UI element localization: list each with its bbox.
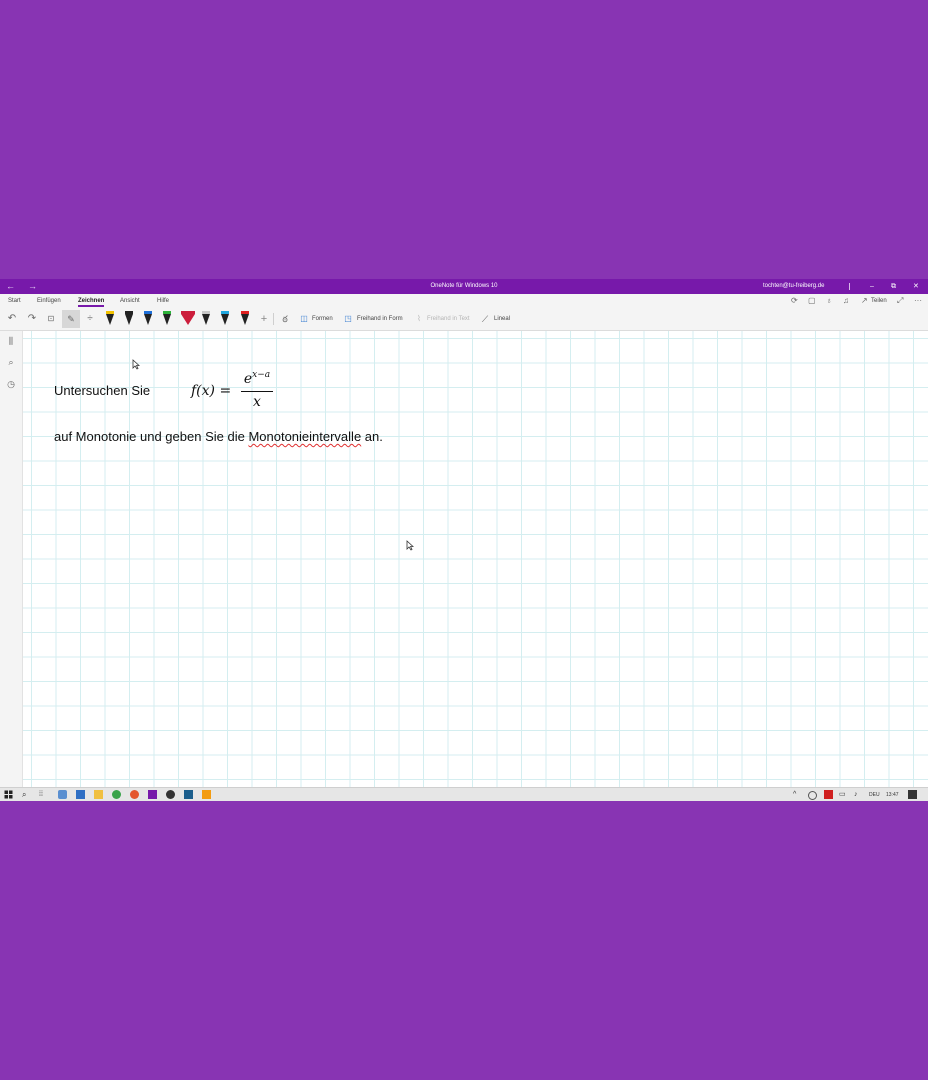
- tab-einfuegen[interactable]: Einfügen: [37, 294, 61, 308]
- shapes-button[interactable]: Formen: [312, 308, 333, 330]
- note-line-1[interactable]: Untersuchen Sie: [54, 383, 150, 398]
- taskbar-app-2-icon[interactable]: [76, 790, 85, 799]
- formula-numerator: ex−a: [241, 370, 273, 387]
- pen-3[interactable]: [144, 311, 152, 327]
- close-button[interactable]: ✕: [913, 279, 919, 294]
- taskbar: ⌕ ⁞⁞ ^ ▭ ♪ DEU 13:47: [0, 787, 928, 801]
- account-name[interactable]: tochten@tu-freiberg.de: [763, 279, 824, 294]
- formula-lhs: f(x) =: [191, 383, 232, 399]
- highlighter-pen[interactable]: [181, 311, 195, 327]
- pen-8[interactable]: [241, 311, 249, 327]
- notifications-icon[interactable]: [908, 790, 917, 799]
- volume-icon[interactable]: ♪: [854, 788, 858, 801]
- more-options-icon[interactable]: ···: [914, 294, 922, 308]
- taskbar-app-3-icon[interactable]: [184, 790, 193, 799]
- windows-start-icon[interactable]: [4, 790, 13, 799]
- bell-icon[interactable]: ♫: [843, 294, 849, 308]
- tray-expand-icon[interactable]: ^: [793, 788, 796, 801]
- ribbon-tabs: Start Einfügen Zeichnen Ansicht Hilfe ⟳ …: [0, 294, 928, 308]
- tray-red-app-icon[interactable]: [824, 790, 833, 799]
- formula-denominator: x: [253, 394, 261, 410]
- misspelled-word[interactable]: Monotonieintervalle: [248, 429, 361, 444]
- tab-ansicht[interactable]: Ansicht: [120, 294, 140, 308]
- taskbar-app-1-icon[interactable]: [58, 790, 67, 799]
- share-icon[interactable]: ↗: [861, 294, 868, 308]
- pen-1[interactable]: [106, 311, 114, 327]
- search-icon[interactable]: ⌕: [5, 356, 17, 368]
- replay-icon[interactable]: ఠ: [278, 308, 292, 330]
- mouse-pointer-icon-2: [406, 540, 414, 551]
- formula-numerator-base: e: [243, 371, 253, 387]
- note-line-2-text: auf Monotonie und geben Sie die: [54, 429, 249, 444]
- note-line-2-end: an.: [361, 429, 383, 444]
- notebooks-icon[interactable]: ⫼: [5, 335, 17, 347]
- pen-7[interactable]: [221, 311, 229, 327]
- lasso-select-icon[interactable]: ⊡: [44, 308, 58, 330]
- page-canvas[interactable]: Untersuchen Sie f(x) = ex−a x auf Monoto…: [23, 331, 928, 787]
- pen-4[interactable]: [163, 311, 171, 327]
- minimize-button[interactable]: –: [870, 279, 874, 294]
- fraction-bar: [241, 391, 273, 392]
- task-view-icon[interactable]: ⁞⁞: [39, 788, 43, 801]
- network-icon[interactable]: ▭: [839, 788, 846, 801]
- formula-exponent: x−a: [252, 370, 271, 380]
- insert-space-icon[interactable]: ÷: [83, 308, 97, 330]
- ruler-button[interactable]: Lineal: [494, 308, 510, 330]
- tray-app-icon[interactable]: [808, 791, 817, 800]
- undo-icon[interactable]: ↶: [5, 308, 19, 330]
- toolbar-separator: [273, 313, 274, 325]
- sync-icon[interactable]: ⟳: [791, 294, 798, 308]
- ink-to-text-button: Freihand in Text: [427, 316, 470, 322]
- onenote-window: ← → OneNote für Windows 10 tochten@tu-fr…: [0, 279, 928, 801]
- pen-6[interactable]: [202, 311, 210, 327]
- tab-start[interactable]: Start: [8, 294, 21, 308]
- notebook-icon[interactable]: ▢: [808, 294, 816, 308]
- recent-icon[interactable]: ◷: [5, 378, 17, 390]
- navigation-rail: ⫼ ⌕ ◷: [0, 331, 23, 787]
- clock[interactable]: 13:47: [886, 788, 899, 801]
- tab-hilfe[interactable]: Hilfe: [157, 294, 169, 308]
- taskbar-search-icon[interactable]: ⌕: [22, 788, 26, 801]
- onenote-taskbar-icon[interactable]: [148, 790, 157, 799]
- language-indicator[interactable]: DEU: [869, 788, 880, 801]
- draw-toolbar: ↶ ↷ ⊡ ✎ ÷ + ఠ ◫ Formen ◳ Freihand in For…: [0, 308, 928, 331]
- obs-icon[interactable]: [166, 790, 175, 799]
- lightbulb-icon[interactable]: ♁: [826, 294, 832, 308]
- ink-to-text-icon: ⌇: [417, 314, 421, 323]
- mouse-pointer-icon: [132, 359, 140, 370]
- add-pen-icon[interactable]: +: [257, 308, 271, 330]
- ink-to-shape-button[interactable]: Freihand in Form: [357, 308, 403, 330]
- eraser-icon[interactable]: ✎: [62, 310, 80, 328]
- ink-to-shape-icon[interactable]: ◳: [341, 308, 355, 330]
- title-separator: [849, 283, 850, 290]
- file-explorer-icon[interactable]: [94, 790, 103, 799]
- pen-2[interactable]: [125, 311, 133, 327]
- shapes-icon[interactable]: ◫: [297, 308, 311, 330]
- taskbar-app-4-icon[interactable]: [202, 790, 211, 799]
- firefox-icon[interactable]: [130, 790, 139, 799]
- chrome-icon[interactable]: [112, 790, 121, 799]
- ruler-icon[interactable]: ⟋: [478, 308, 492, 330]
- share-button[interactable]: Teilen: [871, 294, 887, 308]
- expand-icon[interactable]: ⤢: [897, 294, 903, 308]
- restore-button[interactable]: ⧉: [891, 279, 896, 294]
- redo-icon[interactable]: ↷: [25, 308, 39, 330]
- note-line-2[interactable]: auf Monotonie und geben Sie die Monotoni…: [54, 429, 383, 444]
- math-formula[interactable]: f(x) = ex−a x: [191, 369, 281, 413]
- tab-zeichnen[interactable]: Zeichnen: [78, 294, 105, 308]
- title-bar: ← → OneNote für Windows 10 tochten@tu-fr…: [0, 279, 928, 294]
